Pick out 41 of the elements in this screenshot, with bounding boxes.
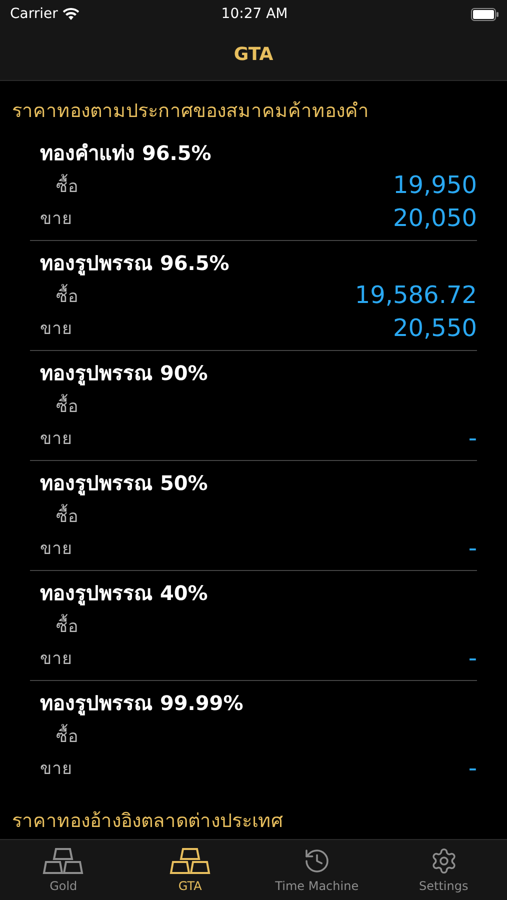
carrier-label: Carrier xyxy=(10,6,58,22)
tab-item[interactable]: Gold xyxy=(0,840,127,900)
item-name: ทองรูปพรรณ 90% xyxy=(40,360,208,388)
status-time: 10:27 AM xyxy=(221,6,288,22)
buy-label: ซื้อ xyxy=(56,392,78,419)
sell-label: ขาย xyxy=(40,428,72,452)
battery-icon xyxy=(471,8,500,20)
sell-price: - xyxy=(468,644,477,672)
buy-price: 19,586.72 xyxy=(354,281,477,310)
bars-icon xyxy=(42,847,84,875)
tab-item[interactable]: Time Machine xyxy=(254,840,380,900)
item-name: ทองคำแท่ง 96.5% xyxy=(40,140,212,167)
item-name: ทองรูปพรรณ 40% xyxy=(40,580,208,608)
sell-price: - xyxy=(468,424,477,452)
buy-label: ซื้อ xyxy=(56,502,78,529)
nav-title: GTA xyxy=(234,44,274,64)
buy-label: ซื้อ xyxy=(56,172,78,199)
sell-label: ขาย xyxy=(40,648,72,672)
sell-price: - xyxy=(468,534,477,562)
buy-price: 19,950 xyxy=(393,171,477,200)
item-name: ทองรูปพรรณ 50% xyxy=(40,470,208,498)
buy-label: ซื้อ xyxy=(56,722,78,749)
item-name: ทองรูปพรรณ 96.5% xyxy=(40,250,230,278)
sell-label: ขาย xyxy=(40,758,72,782)
sell-price: 20,550 xyxy=(393,314,477,342)
item-name: ทองรูปพรรณ 99.99% xyxy=(40,690,244,718)
section-title: ราคาทองตามประกาศของสมาคมค้าทองคำ xyxy=(11,99,370,124)
sell-label: ขาย xyxy=(40,208,72,232)
buy-label: ซื้อ xyxy=(56,612,78,639)
tab-item[interactable]: Settings xyxy=(380,840,507,900)
buy-label: ซื้อ xyxy=(56,282,78,309)
section-title: ราคาทองอ้างอิงตลาดต่างประเทศ xyxy=(11,809,284,834)
wifi-icon xyxy=(62,8,79,20)
bars-icon xyxy=(169,847,212,875)
sell-price: 20,050 xyxy=(393,204,477,232)
settings-icon xyxy=(430,847,458,875)
sell-label: ขาย xyxy=(40,538,72,562)
tab-item[interactable]: GTA xyxy=(126,840,254,900)
sell-label: ขาย xyxy=(40,318,72,342)
history-icon xyxy=(302,847,331,875)
sell-price: - xyxy=(468,754,477,782)
